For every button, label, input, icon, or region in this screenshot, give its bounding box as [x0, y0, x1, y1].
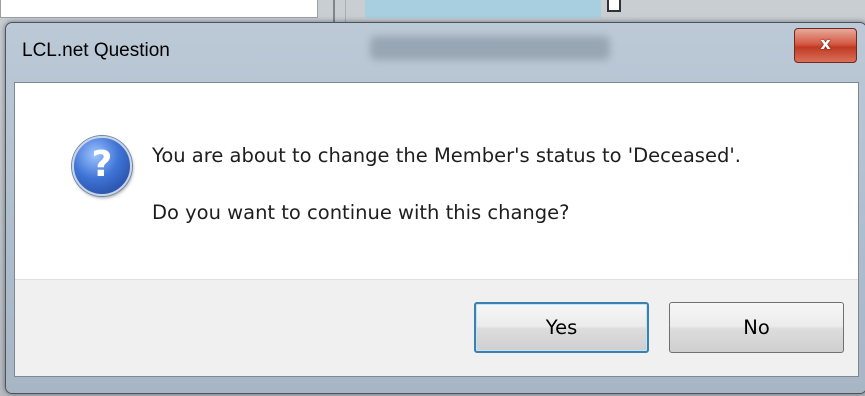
close-icon: x [820, 34, 831, 53]
blurred-title-area [370, 36, 610, 60]
dialog-title: LCL.net Question [22, 40, 170, 61]
message-line-1: You are about to change the Member's sta… [152, 144, 741, 167]
question-icon: ? [72, 136, 132, 196]
background-text-field [0, 0, 318, 18]
background-divider [333, 0, 335, 22]
no-button[interactable]: No [669, 302, 844, 353]
background-selected-cell [365, 0, 601, 18]
message-line-2: Do you want to continue with this change… [152, 201, 570, 224]
close-button[interactable]: x [794, 28, 857, 63]
yes-button[interactable]: Yes [474, 302, 649, 353]
background-divider-secondary [345, 0, 346, 22]
background-checkbox [607, 0, 621, 12]
